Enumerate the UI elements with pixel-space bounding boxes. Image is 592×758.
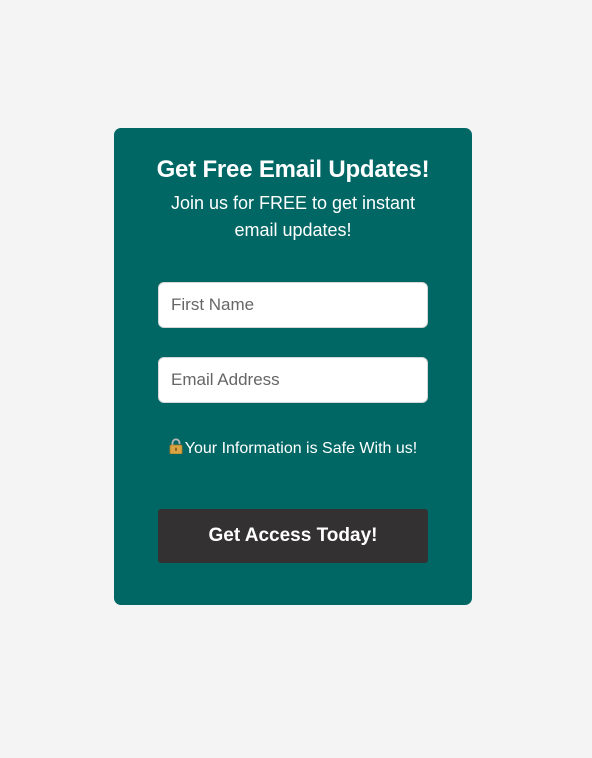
optin-card: Get Free Email Updates! Join us for FREE… xyxy=(114,128,472,605)
padlock-icon xyxy=(169,438,183,454)
headline: Get Free Email Updates! xyxy=(156,156,430,183)
first-name-input[interactable] xyxy=(158,282,428,328)
email-address-input[interactable] xyxy=(158,357,428,403)
subtext: Join us for FREE to get instant email up… xyxy=(170,193,416,240)
privacy-note-text: Your Information is Safe With us! xyxy=(184,440,418,457)
privacy-note: Your Information is Safe With us! xyxy=(114,436,472,462)
get-access-button[interactable]: Get Access Today! xyxy=(158,509,428,563)
